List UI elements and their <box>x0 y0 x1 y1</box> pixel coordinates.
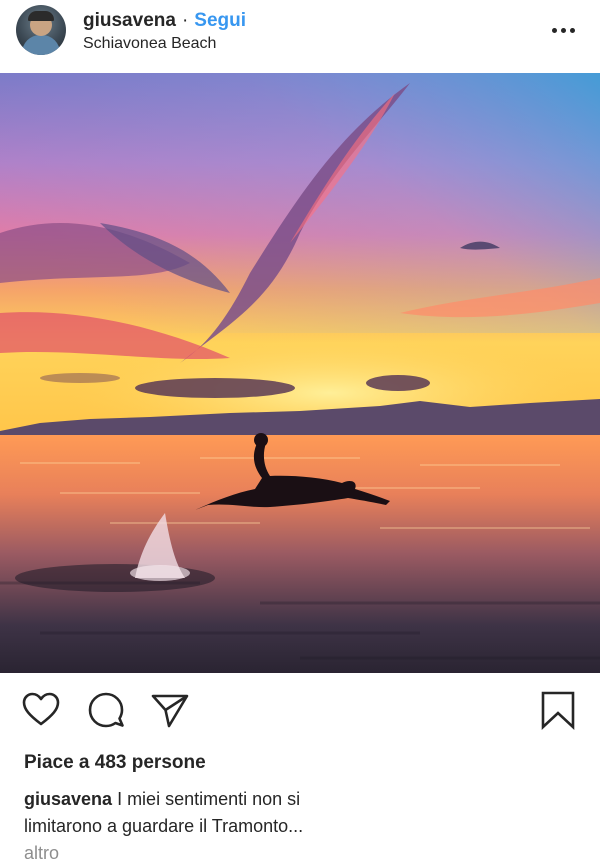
more-dot <box>570 28 575 33</box>
follow-button[interactable]: Segui <box>194 10 246 31</box>
caption-username[interactable]: giusavena <box>24 789 112 809</box>
post-username[interactable]: giusavena <box>83 10 176 31</box>
send-icon[interactable] <box>150 690 190 730</box>
more-dot <box>552 28 557 33</box>
heart-icon[interactable] <box>21 690 61 730</box>
more-dot <box>561 28 566 33</box>
post-caption: giusavena I miei sentimenti non si limit… <box>24 786 324 867</box>
user-line: giusavena · Segui <box>83 9 246 33</box>
sunset-photo-illustration <box>0 73 600 673</box>
post-location[interactable]: Schiavonea Beach <box>83 34 216 54</box>
avatar-cap <box>28 11 54 21</box>
action-bar <box>0 680 600 740</box>
comment-icon[interactable] <box>86 690 126 730</box>
post-photo[interactable] <box>0 73 600 673</box>
separator-dot: · <box>181 10 189 31</box>
avatar-shirt <box>22 35 60 55</box>
caption-more-link[interactable]: altro <box>24 843 59 863</box>
more-options-button[interactable] <box>548 18 580 42</box>
bookmark-icon[interactable] <box>538 690 578 730</box>
likes-count[interactable]: Piace a 483 persone <box>24 751 206 775</box>
post-header: giusavena · Segui Schiavonea Beach <box>0 0 600 72</box>
avatar[interactable] <box>16 5 66 55</box>
